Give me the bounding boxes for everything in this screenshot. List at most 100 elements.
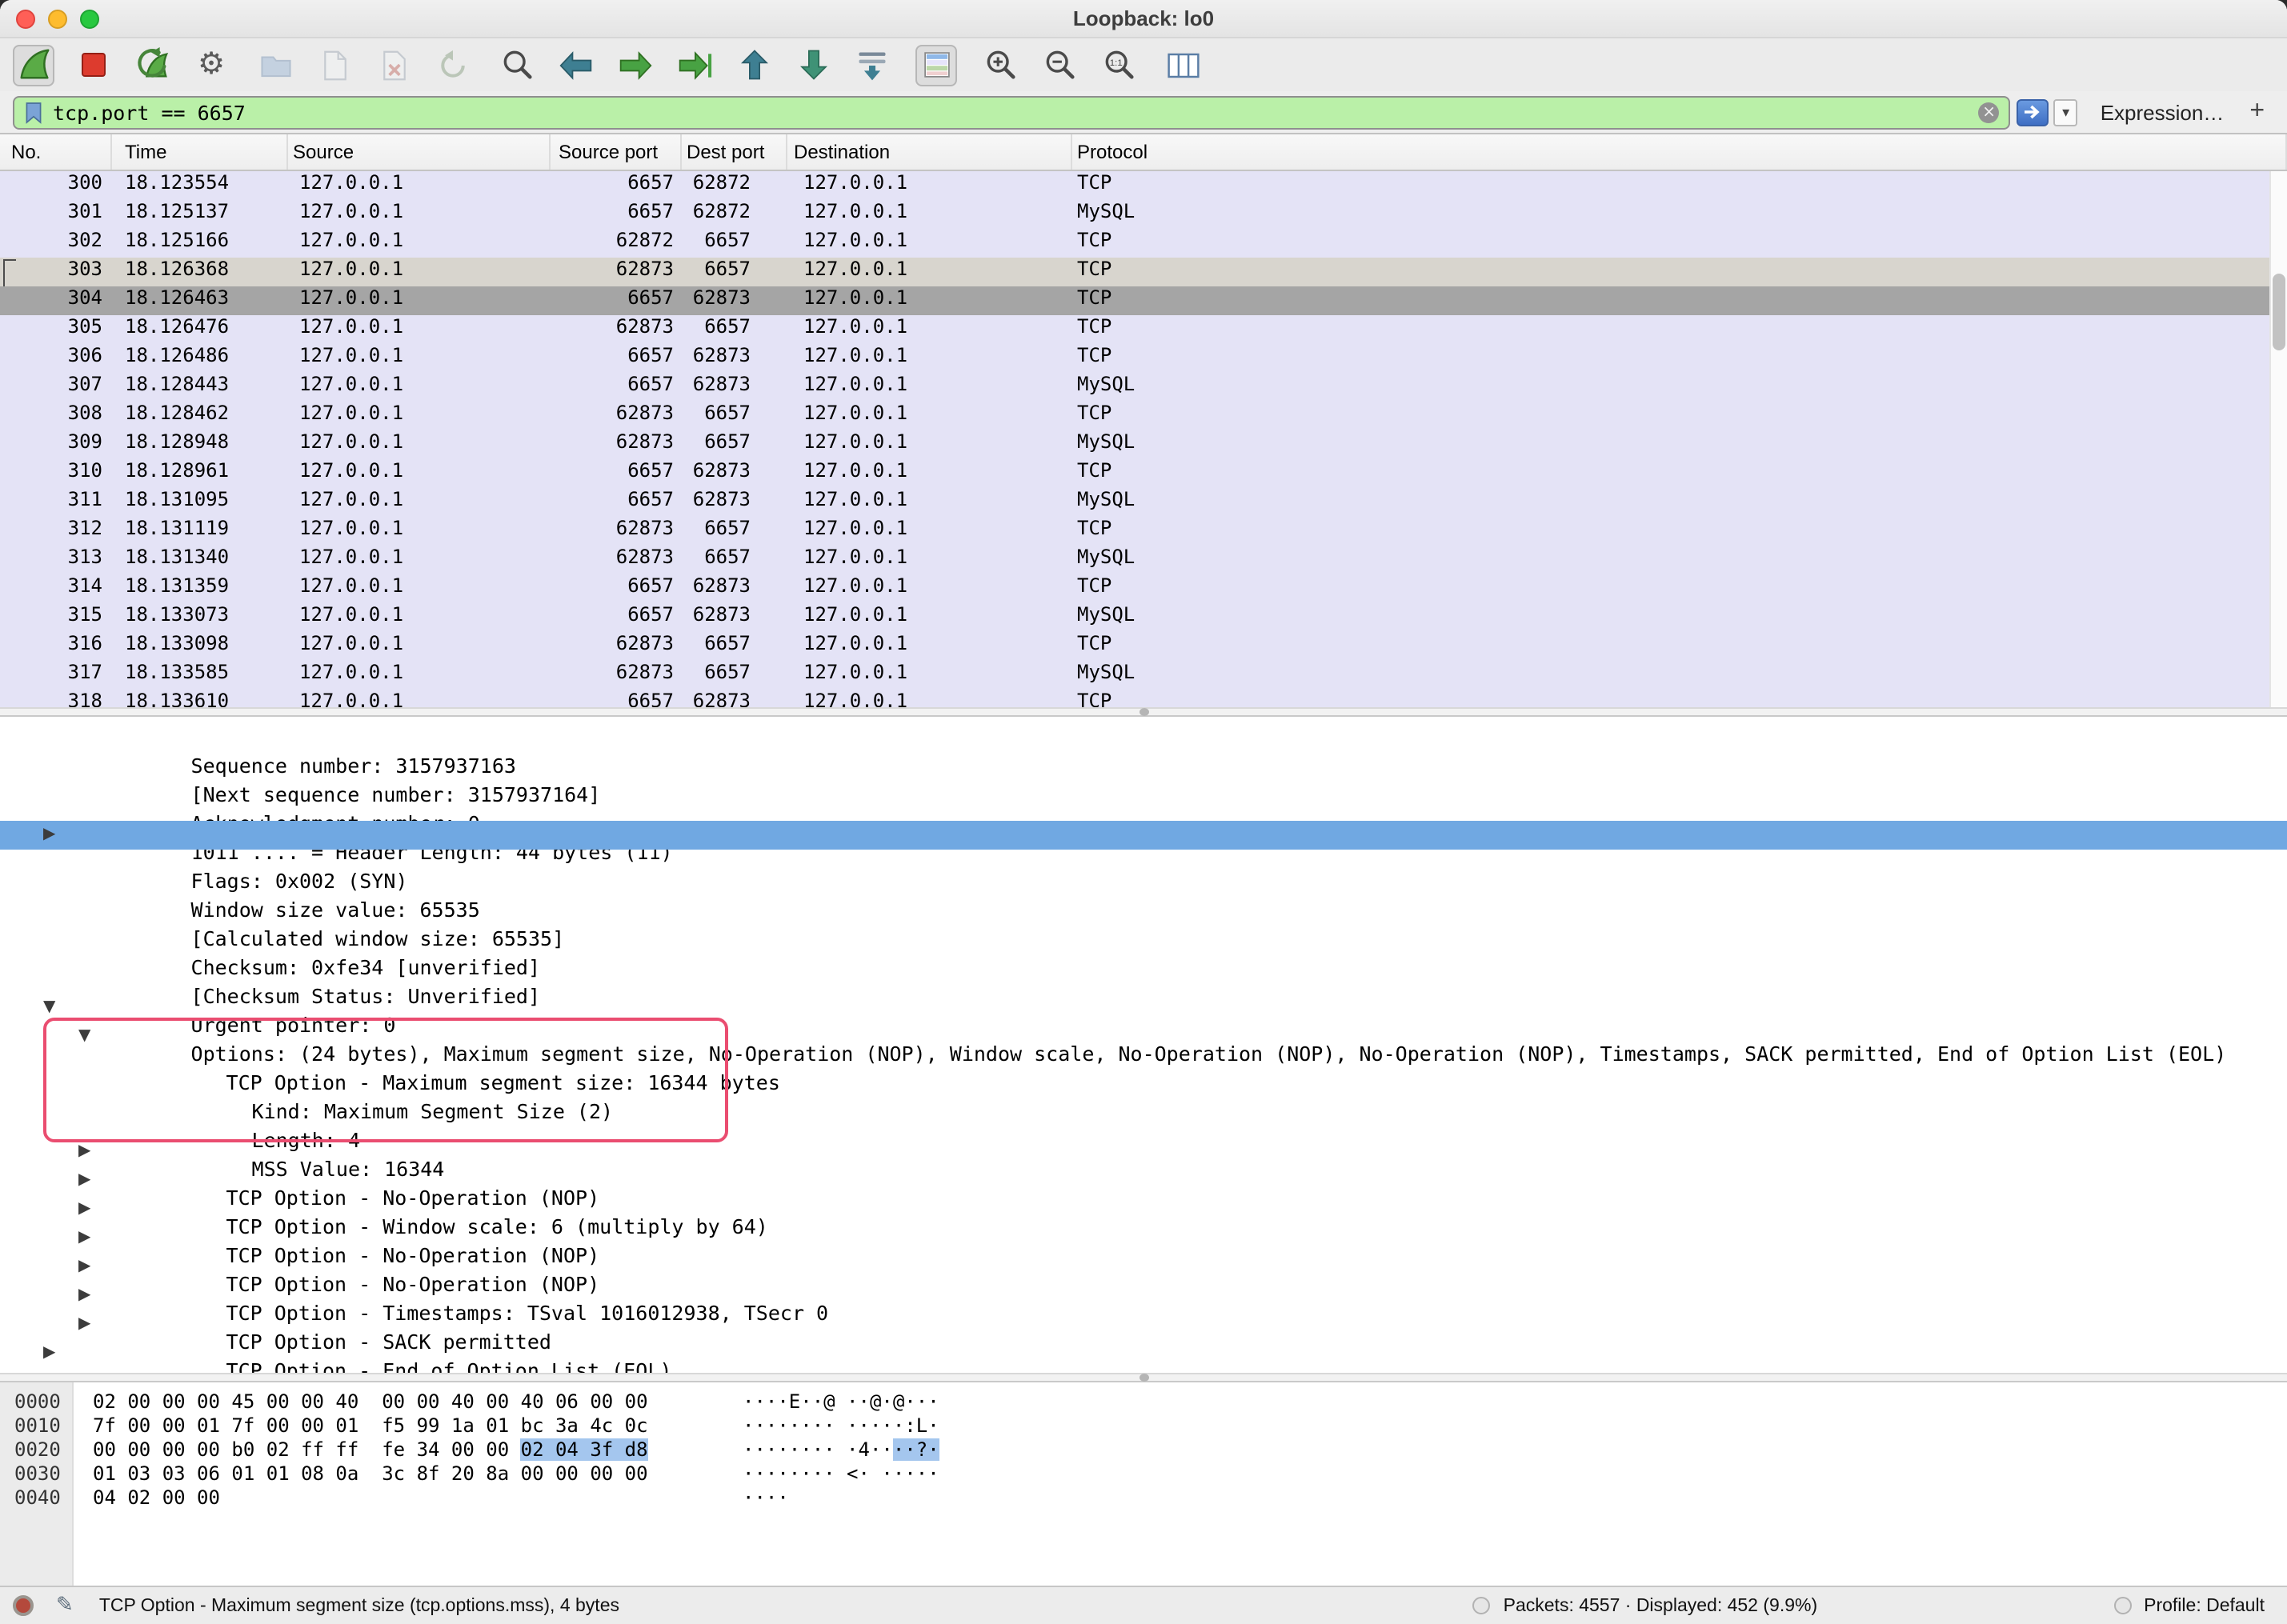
detail-line[interactable]: [Next sequence number: 3157937164] xyxy=(0,734,2287,763)
expander-icon[interactable]: ▶ xyxy=(43,821,55,850)
filter-dropdown-button[interactable]: ▾ xyxy=(2054,98,2078,126)
clear-filter-icon[interactable]: × xyxy=(1979,102,2000,122)
splitter-handle-icon[interactable] xyxy=(1139,1374,1148,1382)
hex-ascii[interactable]: ········ ·4····?· xyxy=(743,1438,939,1461)
detail-line[interactable]: ▶ TCP Option - No-Operation (NOP) xyxy=(0,1138,2287,1166)
status-profile[interactable]: Profile: Default xyxy=(2144,1596,2265,1615)
hex-bytes[interactable]: 01 03 03 06 01 01 08 0a 3c 8f 20 8a 00 0… xyxy=(93,1462,650,1485)
detail-line[interactable]: ▶ [Timestamps] xyxy=(0,1339,2287,1368)
detail-line[interactable]: MSS Value: 16344 xyxy=(0,1109,2287,1138)
packet-row[interactable]: 312 18.131119 127.0.0.1 62873 6657 127.0… xyxy=(0,517,2287,546)
hex-row[interactable]: 002000 00 00 00 b0 02 ff ff fe 34 00 00 … xyxy=(0,1438,2287,1462)
packet-row[interactable]: 306 18.126486 127.0.0.1 6657 62873 127.0… xyxy=(0,344,2287,373)
detail-line[interactable]: [Calculated window size: 65535] xyxy=(0,878,2287,907)
detail-line[interactable]: ▶ TCP Option - No-Operation (NOP) xyxy=(0,1224,2287,1253)
expander-icon[interactable]: ▶ xyxy=(78,1138,90,1166)
display-filter-field[interactable]: tcp.port == 6657 × xyxy=(13,95,2011,129)
go-to-packet-button[interactable] xyxy=(674,44,715,86)
detail-line[interactable]: Acknowledgment number: 0 xyxy=(0,763,2287,792)
packet-row[interactable]: 301 18.125137 127.0.0.1 6657 62872 127.0… xyxy=(0,200,2287,229)
scrollbar-thumb[interactable] xyxy=(2273,274,2285,350)
packet-row[interactable]: 315 18.133073 127.0.0.1 6657 62873 127.0… xyxy=(0,603,2287,632)
detail-line[interactable]: ▶ TCP Option - Window scale: 6 (multiply… xyxy=(0,1166,2287,1195)
capture-comment-icon[interactable]: ✎ xyxy=(56,1595,74,1616)
expander-icon[interactable]: ▶ xyxy=(78,1253,90,1282)
display-filter-input[interactable]: tcp.port == 6657 xyxy=(53,100,246,124)
open-file-button[interactable] xyxy=(254,44,296,86)
packet-row[interactable]: 318 18.133610 127.0.0.1 6657 62873 127.0… xyxy=(0,690,2287,707)
hex-row[interactable]: 004004 02 00 00···· xyxy=(0,1486,2287,1510)
colorize-button[interactable] xyxy=(915,44,957,86)
apply-filter-button[interactable] xyxy=(2017,98,2049,126)
detail-line[interactable]: Window size value: 65535 xyxy=(0,850,2287,878)
expander-icon[interactable]: ▶ xyxy=(78,1310,90,1339)
detail-line[interactable]: Urgent pointer: 0 xyxy=(0,965,2287,994)
hex-row[interactable]: 000002 00 00 00 45 00 00 40 00 00 40 00 … xyxy=(0,1390,2287,1414)
hex-ascii[interactable]: ···· xyxy=(743,1486,789,1509)
detail-line[interactable]: Checksum: 0xfe34 [unverified] xyxy=(0,907,2287,936)
hex-ascii[interactable]: ········ ·····:L· xyxy=(743,1414,939,1437)
detail-line[interactable]: Sequence number: 3157937163 xyxy=(0,717,2287,734)
packet-row[interactable]: 313 18.131340 127.0.0.1 62873 6657 127.0… xyxy=(0,546,2287,574)
restart-capture-button[interactable] xyxy=(131,44,173,86)
packet-row[interactable]: 305 18.126476 127.0.0.1 62873 6657 127.0… xyxy=(0,315,2287,344)
column-header[interactable]: Source xyxy=(288,134,551,170)
hex-bytes[interactable]: 02 00 00 00 45 00 00 40 00 00 40 00 40 0… xyxy=(93,1390,650,1413)
packet-row[interactable]: 317 18.133585 127.0.0.1 62873 6657 127.0… xyxy=(0,661,2287,690)
stop-capture-button[interactable] xyxy=(72,44,114,86)
packet-row[interactable]: 311 18.131095 127.0.0.1 6657 62873 127.0… xyxy=(0,488,2287,517)
zoom-original-button[interactable]: 1:1 xyxy=(1098,44,1139,86)
expert-info-icon[interactable] xyxy=(13,1595,34,1616)
close-window-button[interactable] xyxy=(16,10,35,29)
hex-bytes[interactable]: 7f 00 00 01 7f 00 00 01 f5 99 1a 01 bc 3… xyxy=(93,1414,650,1437)
splitter-handle-icon[interactable] xyxy=(1139,708,1148,716)
hex-row[interactable]: 003001 03 03 06 01 01 08 0a 3c 8f 20 8a … xyxy=(0,1462,2287,1486)
expander-icon[interactable]: ▶ xyxy=(78,1166,90,1195)
packet-list-scrollbar[interactable] xyxy=(2269,171,2287,707)
add-filter-button[interactable]: + xyxy=(2249,98,2265,126)
hex-row[interactable]: 00107f 00 00 01 7f 00 00 01 f5 99 1a 01 … xyxy=(0,1414,2287,1438)
detail-line[interactable]: ▼ TCP Option - Maximum segment size: 163… xyxy=(0,1022,2287,1051)
column-header[interactable]: Dest port xyxy=(682,134,787,170)
packet-row[interactable]: 308 18.128462 127.0.0.1 62873 6657 127.0… xyxy=(0,402,2287,430)
auto-scroll-button[interactable] xyxy=(851,44,893,86)
close-file-button[interactable] xyxy=(373,44,415,86)
detail-line[interactable]: ▶ TCP Option - Timestamps: TSval 1016012… xyxy=(0,1253,2287,1282)
go-first-button[interactable] xyxy=(733,44,775,86)
detail-line[interactable]: [Checksum Status: Unverified] xyxy=(0,936,2287,965)
detail-line[interactable]: ▶ Flags: 0x002 (SYN) xyxy=(0,821,2287,850)
expander-icon[interactable]: ▼ xyxy=(43,994,55,1022)
capture-options-button[interactable]: ⚙ xyxy=(190,44,232,86)
save-file-button[interactable] xyxy=(314,44,355,86)
go-last-button[interactable] xyxy=(792,44,834,86)
column-header[interactable]: No. xyxy=(0,134,112,170)
detail-line[interactable]: ▶ TCP Option - End of Option List (EOL) xyxy=(0,1310,2287,1339)
expander-icon[interactable]: ▶ xyxy=(43,1339,55,1368)
minimize-window-button[interactable] xyxy=(48,10,67,29)
packet-row[interactable]: 302 18.125166 127.0.0.1 62872 6657 127.0… xyxy=(0,229,2287,258)
column-header[interactable]: Protocol xyxy=(1072,134,2287,170)
detail-line[interactable]: ▼ Options: (24 bytes), Maximum segment s… xyxy=(0,994,2287,1022)
reload-file-button[interactable] xyxy=(432,44,474,86)
detail-line[interactable]: ▶ TCP Option - No-Operation (NOP) xyxy=(0,1195,2287,1224)
packet-row[interactable]: 309 18.128948 127.0.0.1 62873 6657 127.0… xyxy=(0,430,2287,459)
detail-line[interactable]: Kind: Maximum Segment Size (2) xyxy=(0,1051,2287,1080)
expander-icon[interactable]: ▶ xyxy=(78,1282,90,1310)
packet-row[interactable]: 307 18.128443 127.0.0.1 6657 62873 127.0… xyxy=(0,373,2287,402)
hex-ascii[interactable]: ········ <· ····· xyxy=(743,1462,939,1485)
packet-row[interactable]: 304 18.126463 127.0.0.1 6657 62873 127.0… xyxy=(0,286,2287,315)
packet-row[interactable]: 310 18.128961 127.0.0.1 6657 62873 127.0… xyxy=(0,459,2287,488)
maximize-window-button[interactable] xyxy=(80,10,99,29)
column-header[interactable]: Source port xyxy=(551,134,682,170)
column-header[interactable]: Destination xyxy=(787,134,1072,170)
pane-splitter[interactable] xyxy=(0,707,2287,717)
hex-ascii[interactable]: ····E··@ ··@·@··· xyxy=(743,1390,939,1413)
detail-line[interactable]: 1011 .... = Header Length: 44 bytes (11) xyxy=(0,792,2287,821)
expander-icon[interactable]: ▶ xyxy=(78,1224,90,1253)
expander-icon[interactable]: ▶ xyxy=(78,1195,90,1224)
packet-row[interactable]: 316 18.133098 127.0.0.1 62873 6657 127.0… xyxy=(0,632,2287,661)
column-header[interactable]: Time xyxy=(112,134,288,170)
zoom-out-button[interactable] xyxy=(1039,44,1080,86)
go-back-button[interactable] xyxy=(555,44,597,86)
expander-icon[interactable]: ▼ xyxy=(78,1022,90,1051)
